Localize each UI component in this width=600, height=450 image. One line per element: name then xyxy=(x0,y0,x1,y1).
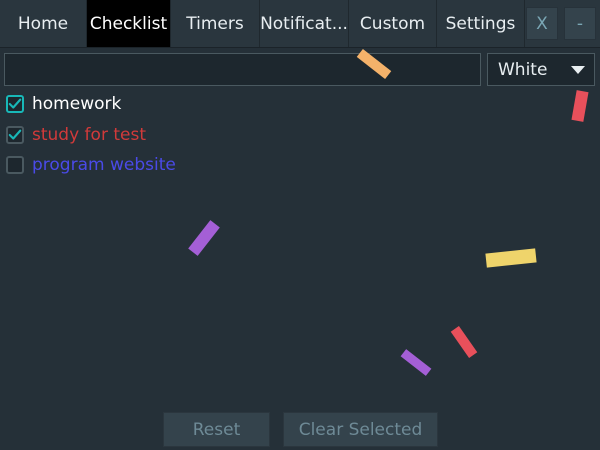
tab-bar: Home Checklist Timers Notificat... Custo… xyxy=(0,0,600,48)
tab-home[interactable]: Home xyxy=(0,0,87,47)
close-button[interactable]: X xyxy=(526,7,558,40)
confetti-piece xyxy=(400,349,432,376)
list-item: study for test xyxy=(6,123,146,147)
checkbox-program-website[interactable] xyxy=(6,156,24,174)
tab-notifications[interactable]: Notificat... xyxy=(260,0,349,47)
tab-settings[interactable]: Settings xyxy=(437,0,525,47)
confetti-piece xyxy=(450,326,478,358)
item-label-program-website: program website xyxy=(32,155,176,175)
tab-timers[interactable]: Timers xyxy=(171,0,260,47)
checklist-entry-input[interactable] xyxy=(4,53,481,86)
color-select-value: White xyxy=(498,59,548,80)
checkbox-study-for-test[interactable] xyxy=(6,126,24,144)
confetti-piece xyxy=(571,90,589,122)
item-label-study-for-test: study for test xyxy=(32,125,146,145)
clear-selected-button[interactable]: Clear Selected xyxy=(283,412,438,447)
chevron-down-icon[interactable] xyxy=(561,54,594,85)
list-item: homework xyxy=(6,92,121,116)
tab-custom[interactable]: Custom xyxy=(349,0,437,47)
checkmark-icon xyxy=(8,98,22,109)
confetti-piece xyxy=(188,220,220,256)
confetti-piece xyxy=(485,248,537,268)
checkbox-homework[interactable] xyxy=(6,95,24,113)
tab-checklist[interactable]: Checklist xyxy=(87,0,171,47)
reset-button[interactable]: Reset xyxy=(163,412,270,447)
checkmark-icon xyxy=(8,129,22,140)
minimize-button[interactable]: - xyxy=(564,7,596,40)
list-item: program website xyxy=(6,153,176,177)
item-label-homework: homework xyxy=(32,94,122,114)
color-select[interactable]: White xyxy=(487,53,595,86)
